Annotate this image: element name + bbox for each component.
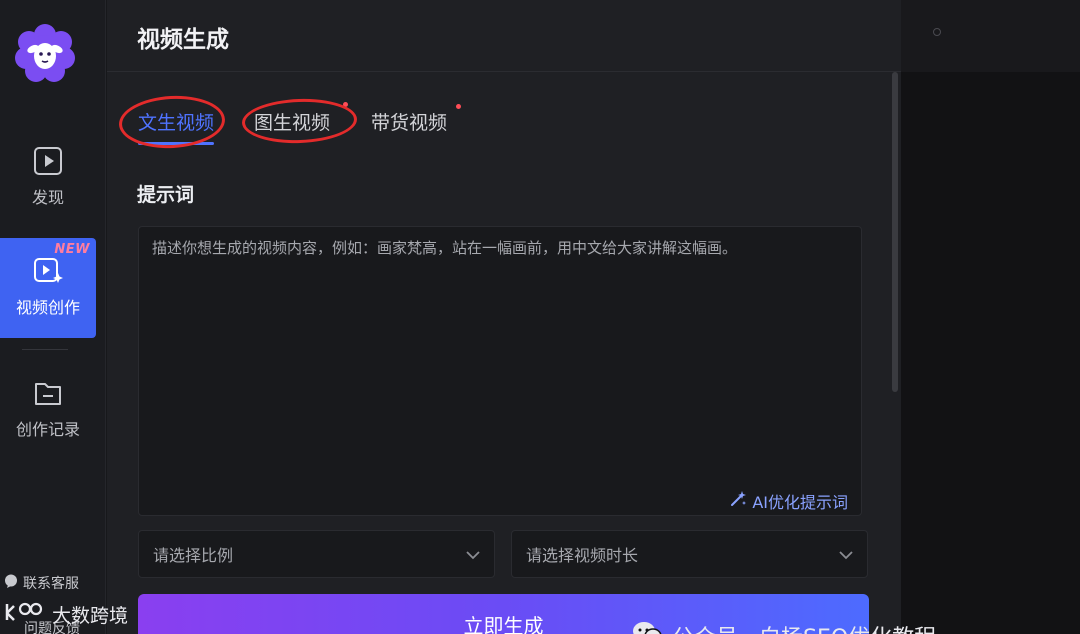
page-title: 视频生成 (137, 27, 229, 53)
support-link[interactable]: 联系客服 (4, 573, 79, 593)
watermark-logo-icon (4, 600, 48, 629)
video-generation-panel: 视频生成 文生视频 图生视频 带货视频 提示词 AI优化提示词 请选择比例 请选… (107, 0, 901, 634)
prompt-input[interactable] (139, 227, 861, 515)
ai-optimize-label: AI优化提示词 (752, 493, 848, 512)
ratio-select[interactable]: 请选择比例 (138, 530, 495, 578)
watermark-right: 公众号 · 白杨SEO优化教程 (632, 620, 936, 634)
new-badge: NEW (54, 242, 90, 257)
chevron-down-icon (466, 545, 480, 564)
watermark-left-text: 大数跨境 (52, 605, 129, 627)
preview-area (901, 0, 1080, 634)
duration-select-placeholder: 请选择视频时长 (526, 546, 639, 565)
play-square-icon (33, 146, 63, 176)
left-sidebar: 发现 NEW 视频创作 创作记录 联系客服 问题反馈 (0, 0, 106, 634)
red-circle-annotation (241, 97, 358, 145)
tab-product-video[interactable]: 带货视频 (371, 108, 447, 135)
chevron-down-icon (839, 545, 853, 564)
scrollbar[interactable] (892, 72, 898, 392)
watermark-right-text: 公众号 · 白杨SEO优化教程 (672, 620, 936, 634)
prompt-box: AI优化提示词 (138, 226, 862, 516)
sidebar-divider (22, 349, 68, 350)
sidebar-item-records[interactable]: 创作记录 (0, 378, 96, 450)
sheep-logo-icon[interactable] (14, 22, 76, 84)
sidebar-item-label: 视频创作 (15, 298, 80, 317)
duration-select[interactable]: 请选择视频时长 (511, 530, 868, 578)
watermark-left: 大数跨境 (4, 600, 128, 629)
folder-icon (33, 378, 63, 408)
sidebar-item-label: 发现 (31, 188, 64, 207)
sidebar-item-video-create[interactable]: NEW 视频创作 (0, 238, 96, 338)
ai-optimize-button[interactable]: AI优化提示词 (729, 489, 848, 513)
sidebar-item-label: 创作记录 (15, 420, 80, 439)
support-label: 联系客服 (23, 576, 79, 592)
circle-icon (933, 28, 941, 36)
sidebar-item-discover[interactable]: 发现 (0, 146, 96, 218)
panel-header: 视频生成 (107, 0, 901, 72)
ratio-select-placeholder: 请选择比例 (153, 546, 234, 565)
video-sparkle-icon (33, 256, 63, 286)
chat-icon (4, 574, 18, 592)
wechat-icon (632, 620, 662, 634)
magic-wand-icon (729, 490, 747, 512)
preview-toolbar (901, 0, 1080, 72)
prompt-label: 提示词 (137, 184, 195, 206)
notification-dot (456, 104, 461, 109)
